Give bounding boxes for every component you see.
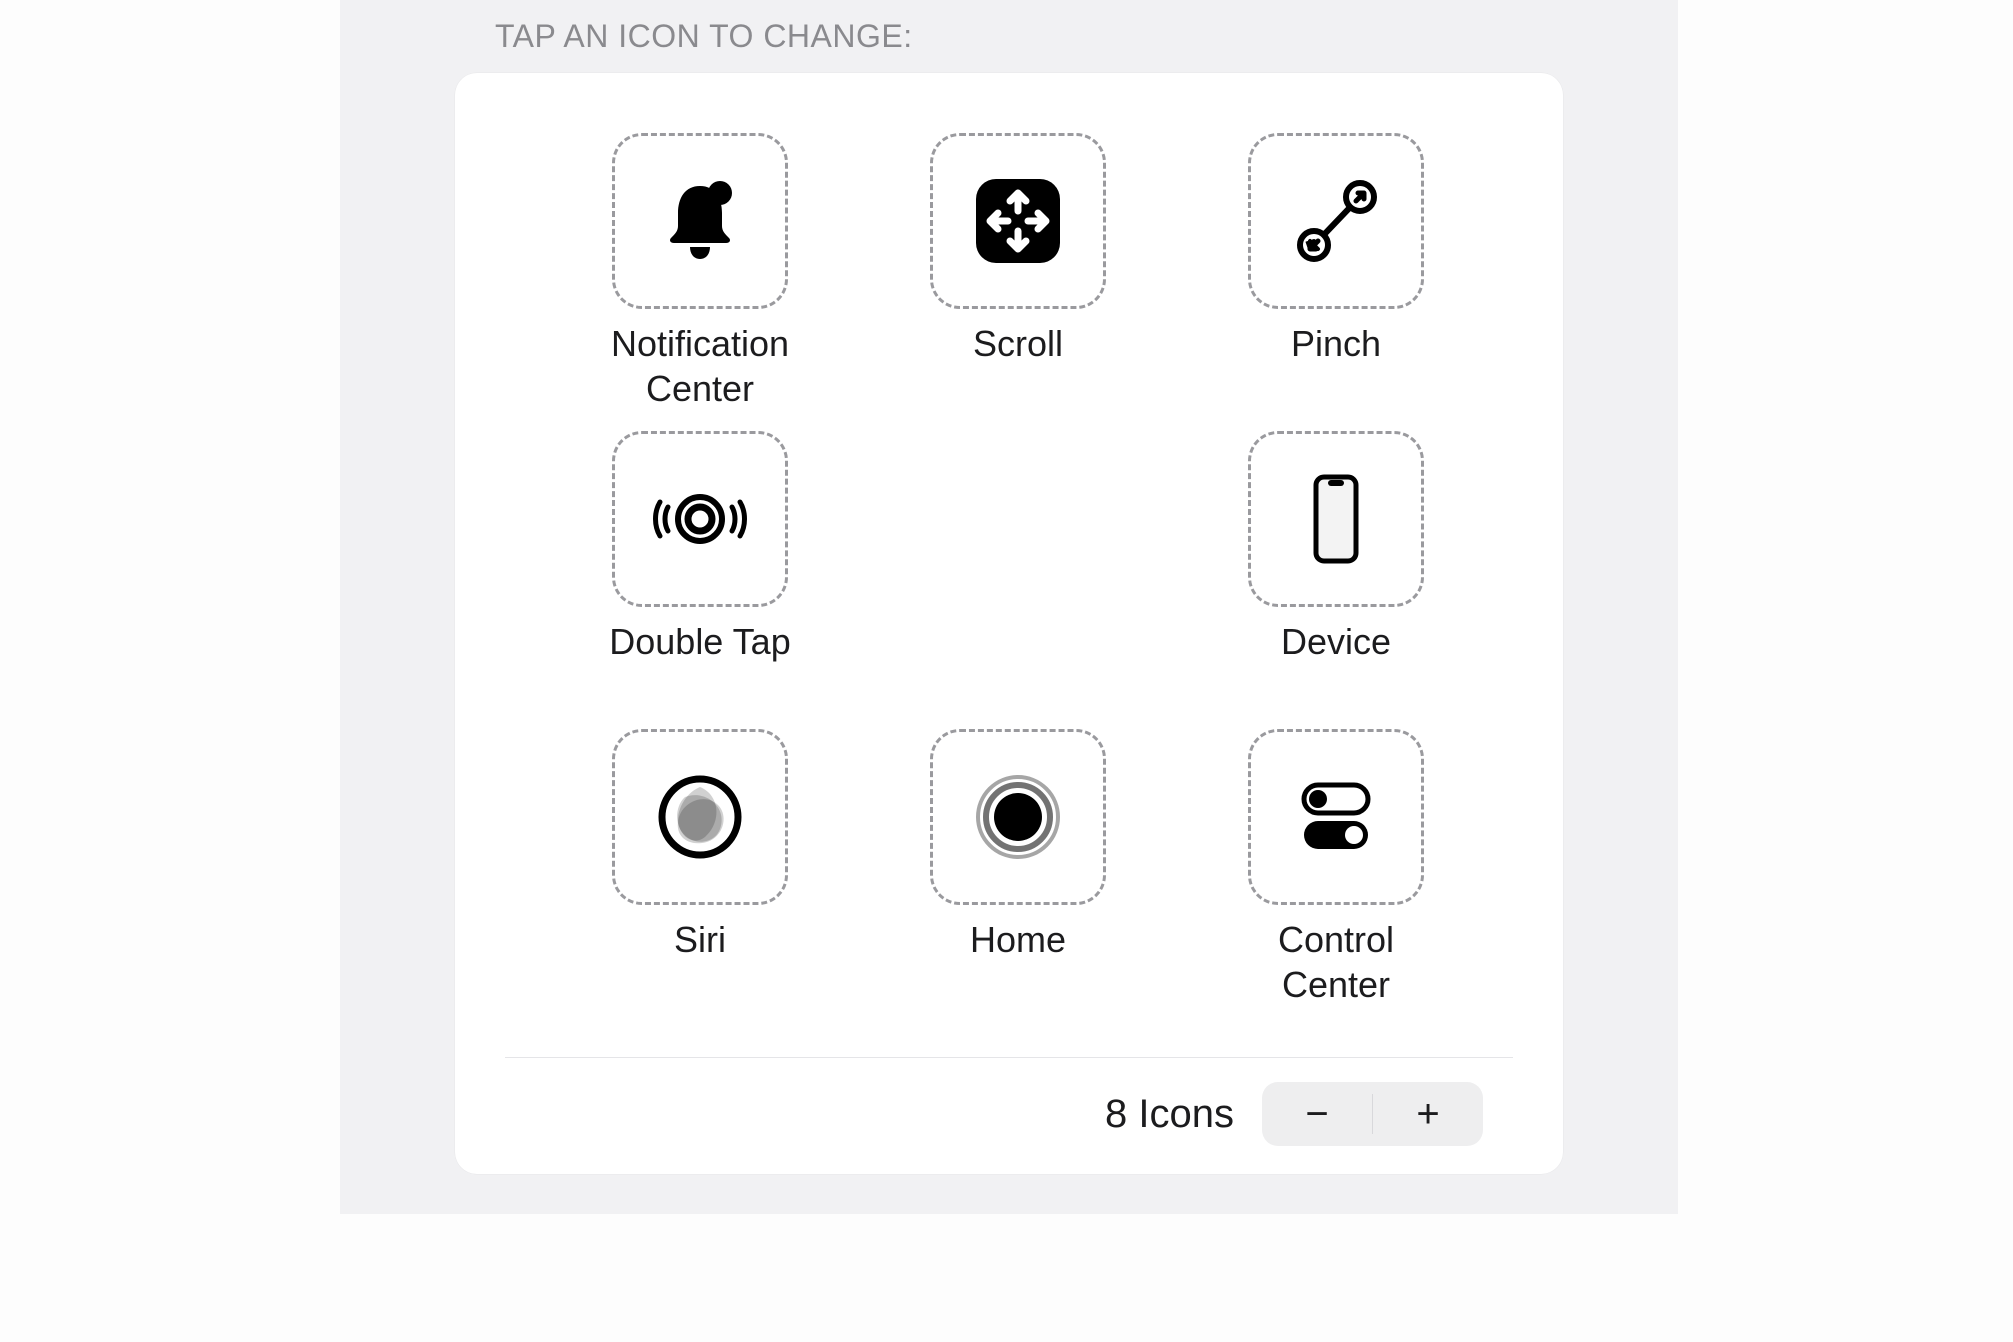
tile — [1248, 431, 1424, 607]
screen: TAP AN ICON TO CHANGE: Notifi — [0, 0, 2013, 1342]
control-center-icon — [1286, 767, 1386, 867]
tile — [612, 133, 788, 309]
home-button-icon — [968, 767, 1068, 867]
siri-icon — [650, 767, 750, 867]
slot-label: Control Center — [1278, 917, 1394, 1007]
minus-icon: − — [1305, 1092, 1328, 1137]
slot-label: Device — [1281, 619, 1391, 709]
pinch-icon — [1286, 171, 1386, 271]
footer-row: 8 Icons − + — [505, 1057, 1513, 1174]
double-tap-icon — [650, 469, 750, 569]
slot-home[interactable]: Home — [903, 729, 1133, 1007]
tile — [1248, 729, 1424, 905]
tile — [612, 431, 788, 607]
icon-grid: Notification Center — [505, 133, 1513, 1047]
slot-label: Scroll — [973, 321, 1063, 411]
tile — [930, 729, 1106, 905]
device-icon — [1286, 469, 1386, 569]
settings-panel: TAP AN ICON TO CHANGE: Notifi — [340, 0, 1678, 1214]
icon-count-stepper: − + — [1262, 1082, 1483, 1146]
slot-control-center[interactable]: Control Center — [1221, 729, 1451, 1007]
slot-pinch[interactable]: Pinch — [1221, 133, 1451, 411]
slot-label: Siri — [674, 917, 726, 1007]
stepper-plus-button[interactable]: + — [1373, 1082, 1483, 1146]
slot-label: Notification Center — [611, 321, 789, 411]
tile — [930, 133, 1106, 309]
slot-empty — [903, 431, 1133, 709]
section-header: TAP AN ICON TO CHANGE: — [340, 0, 1678, 73]
stepper-minus-button[interactable]: − — [1262, 1082, 1372, 1146]
scroll-arrows-icon — [968, 171, 1068, 271]
bell-badge-icon — [650, 171, 750, 271]
slot-device[interactable]: Device — [1221, 431, 1451, 709]
icon-card: Notification Center — [455, 73, 1563, 1174]
slot-double-tap[interactable]: Double Tap — [585, 431, 815, 709]
slot-label: Home — [970, 917, 1066, 1007]
icon-count-label: 8 Icons — [1105, 1092, 1234, 1137]
tile — [1248, 133, 1424, 309]
plus-icon: + — [1416, 1092, 1439, 1137]
slot-label: Pinch — [1291, 321, 1381, 411]
tile — [612, 729, 788, 905]
slot-scroll[interactable]: Scroll — [903, 133, 1133, 411]
slot-siri[interactable]: Siri — [585, 729, 815, 1007]
slot-notification-center[interactable]: Notification Center — [585, 133, 815, 411]
slot-label: Double Tap — [609, 619, 790, 709]
